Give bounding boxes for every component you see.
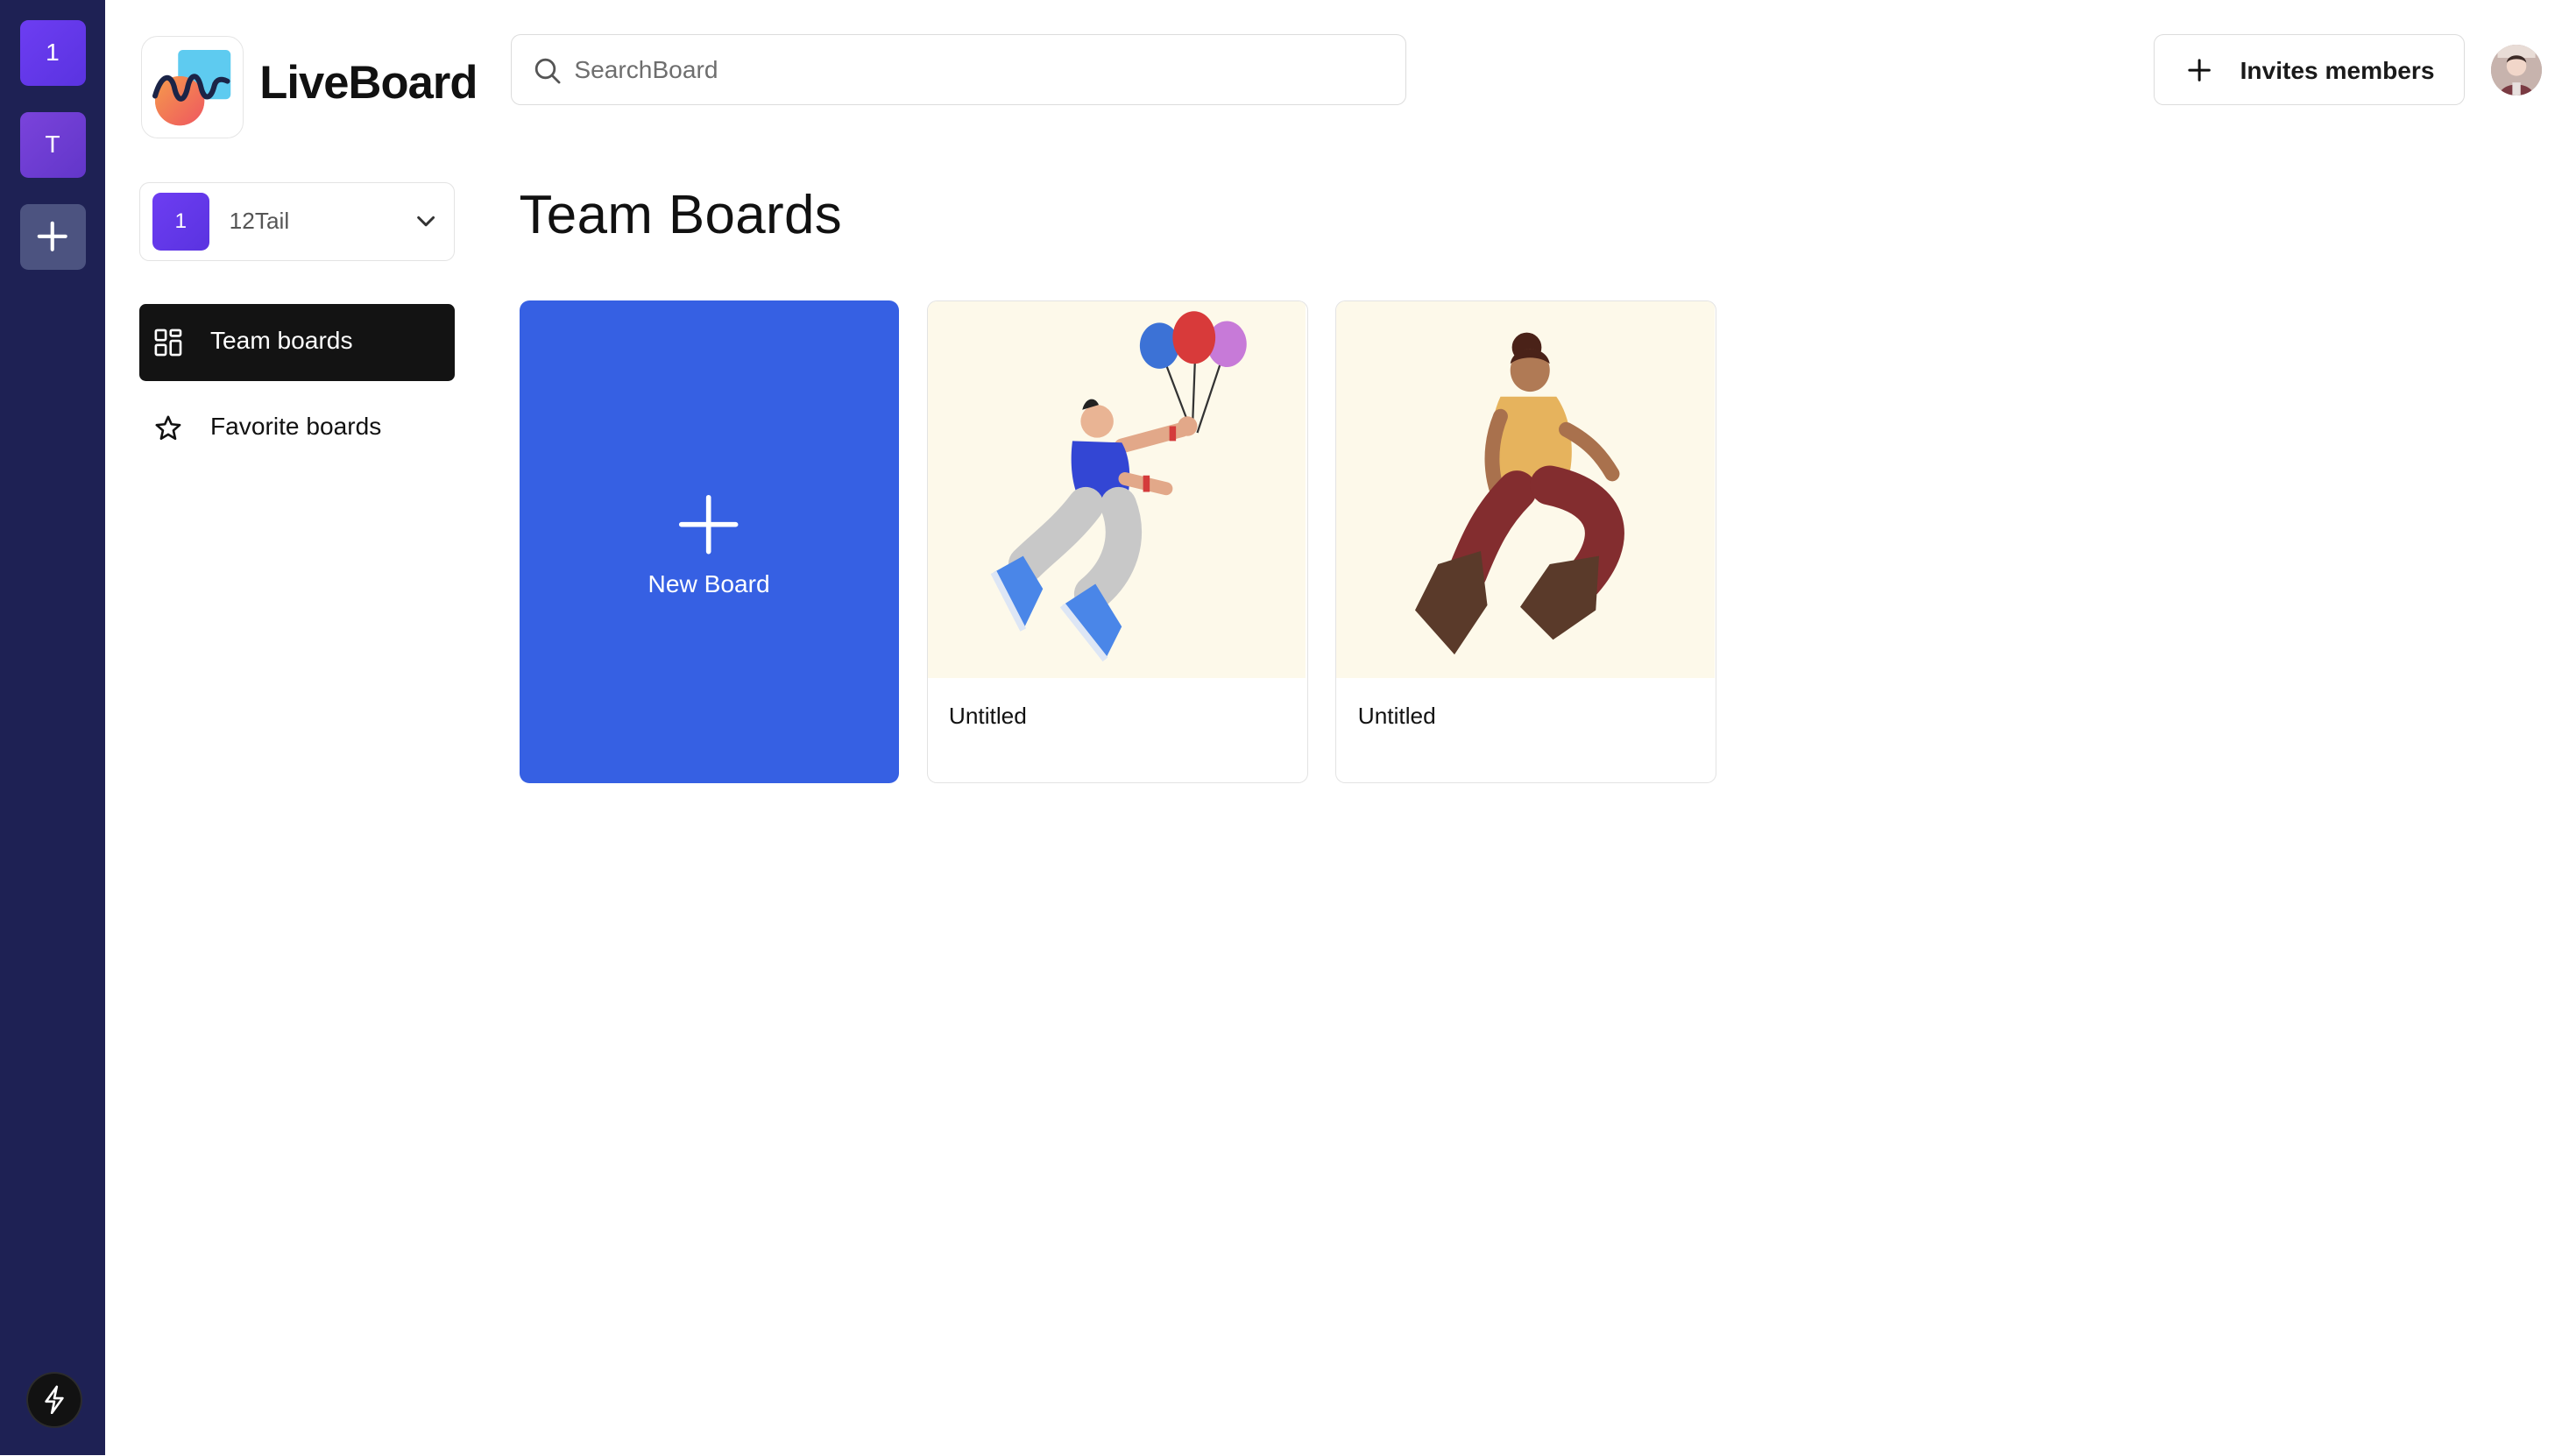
liveboard-logo[interactable]	[141, 36, 244, 138]
board-thumbnail	[1336, 301, 1715, 678]
board-card[interactable]: Untitled	[926, 300, 1308, 784]
chevron-down-icon	[417, 216, 435, 227]
jumping-person-illustration	[1415, 332, 1625, 655]
org-initial: 1	[46, 39, 60, 66]
plus-icon	[679, 495, 739, 555]
user-avatar[interactable]	[2490, 44, 2542, 95]
star-icon	[155, 415, 181, 440]
nav-label: Team boards	[210, 327, 353, 355]
board-title: Untitled	[948, 702, 1027, 729]
plus-icon	[37, 221, 68, 252]
nav-favorite-boards[interactable]: Favorite boards	[139, 389, 455, 466]
board-card[interactable]: Untitled	[1335, 300, 1717, 784]
org-switcher[interactable]: 1 12Tail	[139, 182, 456, 262]
bolt-icon	[45, 1385, 64, 1414]
invite-members-button[interactable]: Invites members	[2154, 34, 2465, 105]
search-bar[interactable]	[511, 34, 1406, 105]
org-switch-button-t[interactable]: T	[19, 111, 86, 178]
invite-members-label: Invites members	[2240, 56, 2435, 84]
org-initial: T	[45, 131, 60, 158]
avatar-image	[2490, 44, 2542, 95]
grid-icon	[154, 329, 182, 357]
bolt-button[interactable]	[27, 1373, 81, 1426]
brand-name: LiveBoard	[259, 56, 478, 109]
new-board-button[interactable]: New Board	[519, 300, 899, 784]
balloon-person-illustration	[990, 311, 1247, 662]
board-title: Untitled	[1357, 702, 1436, 729]
workspace-rail: 1 T	[0, 0, 105, 1456]
search-icon	[534, 58, 560, 84]
plus-icon	[2188, 59, 2211, 81]
nav-label: Favorite boards	[210, 412, 382, 440]
new-board-label: New Board	[648, 569, 770, 597]
app-root: 1 T LiveBoard 1 12Tail Team boards Favor…	[0, 0, 2576, 1456]
liveboard-logo-icon	[152, 50, 231, 126]
org-badge: 1	[152, 193, 210, 251]
create-org-button[interactable]	[19, 203, 86, 270]
org-switch-button-1[interactable]: 1	[19, 19, 86, 86]
nav-team-boards[interactable]: Team boards	[139, 303, 456, 381]
board-thumbnail	[927, 301, 1306, 678]
search-input[interactable]	[574, 50, 1380, 90]
page-title: Team Boards	[519, 185, 843, 245]
org-name: 12Tail	[229, 208, 290, 235]
